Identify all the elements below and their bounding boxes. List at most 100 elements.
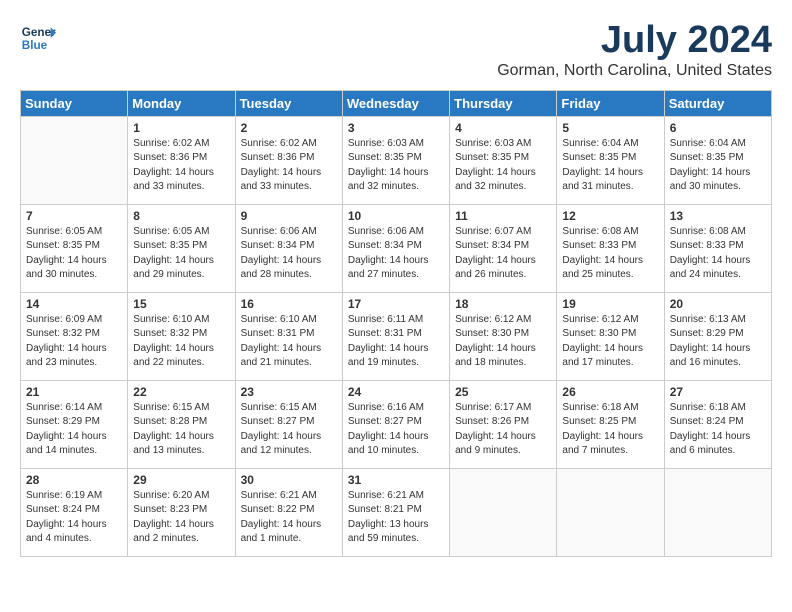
day-number: 19 <box>562 297 658 311</box>
day-info: Sunrise: 6:13 AM Sunset: 8:29 PM Dayligh… <box>670 313 766 371</box>
calendar-cell: 4 Sunrise: 6:03 AM Sunset: 8:35 PM Daylig… <box>450 116 557 204</box>
calendar-cell: 19 Sunrise: 6:12 AM Sunset: 8:30 PM Dayli… <box>557 292 664 380</box>
day-info: Sunrise: 6:12 AM Sunset: 8:30 PM Dayligh… <box>455 313 551 371</box>
month-title: July 2024 <box>497 20 772 62</box>
day-info: Sunrise: 6:16 AM Sunset: 8:27 PM Dayligh… <box>348 401 444 459</box>
day-number: 9 <box>241 209 337 223</box>
calendar-cell: 2 Sunrise: 6:02 AM Sunset: 8:36 PM Daylig… <box>235 116 342 204</box>
calendar-cell: 7 Sunrise: 6:05 AM Sunset: 8:35 PM Daylig… <box>21 204 128 292</box>
day-number: 13 <box>670 209 766 223</box>
calendar-cell: 12 Sunrise: 6:08 AM Sunset: 8:33 PM Dayli… <box>557 204 664 292</box>
day-info: Sunrise: 6:04 AM Sunset: 8:35 PM Dayligh… <box>670 137 766 195</box>
day-info: Sunrise: 6:05 AM Sunset: 8:35 PM Dayligh… <box>133 225 229 283</box>
calendar-cell: 9 Sunrise: 6:06 AM Sunset: 8:34 PM Daylig… <box>235 204 342 292</box>
col-header-thursday: Thursday <box>450 90 557 116</box>
calendar-week-row: 21Sunrise: 6:14 AM Sunset: 8:29 PM Dayli… <box>21 380 772 468</box>
calendar-cell: 28 Sunrise: 6:19 AM Sunset: 8:24 PM Dayli… <box>21 468 128 556</box>
calendar-cell <box>21 116 128 204</box>
col-header-tuesday: Tuesday <box>235 90 342 116</box>
day-number: 30 <box>241 473 337 487</box>
calendar-cell: 16 Sunrise: 6:10 AM Sunset: 8:31 PM Dayli… <box>235 292 342 380</box>
day-number: 17 <box>348 297 444 311</box>
calendar-week-row: 1 Sunrise: 6:02 AM Sunset: 8:36 PM Daylig… <box>21 116 772 204</box>
day-info: Sunrise: 6:09 AM Sunset: 8:32 PM Dayligh… <box>26 313 122 371</box>
day-number: 12 <box>562 209 658 223</box>
day-info: Sunrise: 6:02 AM Sunset: 8:36 PM Dayligh… <box>133 137 229 195</box>
day-number: 2 <box>241 121 337 135</box>
day-info: Sunrise: 6:07 AM Sunset: 8:34 PM Dayligh… <box>455 225 551 283</box>
day-info: Sunrise: 6:21 AM Sunset: 8:21 PM Dayligh… <box>348 489 444 547</box>
location-title: Gorman, North Carolina, United States <box>497 62 772 80</box>
day-info: Sunrise: 6:14 AM Sunset: 8:29 PM Dayligh… <box>26 401 122 459</box>
svg-text:Blue: Blue <box>22 39 48 52</box>
day-info: Sunrise: 6:08 AM Sunset: 8:33 PM Dayligh… <box>670 225 766 283</box>
calendar-cell: 15Sunrise: 6:10 AM Sunset: 8:32 PM Dayli… <box>128 292 235 380</box>
day-info: Sunrise: 6:15 AM Sunset: 8:28 PM Dayligh… <box>133 401 229 459</box>
calendar-cell: 18Sunrise: 6:12 AM Sunset: 8:30 PM Dayli… <box>450 292 557 380</box>
day-info: Sunrise: 6:19 AM Sunset: 8:24 PM Dayligh… <box>26 489 122 547</box>
calendar-cell: 27Sunrise: 6:18 AM Sunset: 8:24 PM Dayli… <box>664 380 771 468</box>
calendar-cell <box>450 468 557 556</box>
calendar-cell: 14 Sunrise: 6:09 AM Sunset: 8:32 PM Dayli… <box>21 292 128 380</box>
day-info: Sunrise: 6:20 AM Sunset: 8:23 PM Dayligh… <box>133 489 229 547</box>
calendar-table: SundayMondayTuesdayWednesdayThursdayFrid… <box>20 90 772 557</box>
logo: General Blue <box>20 20 56 56</box>
day-info: Sunrise: 6:06 AM Sunset: 8:34 PM Dayligh… <box>348 225 444 283</box>
day-number: 15 <box>133 297 229 311</box>
calendar-cell: 6 Sunrise: 6:04 AM Sunset: 8:35 PM Daylig… <box>664 116 771 204</box>
day-number: 31 <box>348 473 444 487</box>
calendar-header-row: SundayMondayTuesdayWednesdayThursdayFrid… <box>21 90 772 116</box>
calendar-cell: 11Sunrise: 6:07 AM Sunset: 8:34 PM Dayli… <box>450 204 557 292</box>
calendar-week-row: 7 Sunrise: 6:05 AM Sunset: 8:35 PM Daylig… <box>21 204 772 292</box>
day-info: Sunrise: 6:08 AM Sunset: 8:33 PM Dayligh… <box>562 225 658 283</box>
col-header-wednesday: Wednesday <box>342 90 449 116</box>
calendar-cell: 29Sunrise: 6:20 AM Sunset: 8:23 PM Dayli… <box>128 468 235 556</box>
calendar-cell: 5Sunrise: 6:04 AM Sunset: 8:35 PM Daylig… <box>557 116 664 204</box>
day-info: Sunrise: 6:15 AM Sunset: 8:27 PM Dayligh… <box>241 401 337 459</box>
calendar-cell: 25Sunrise: 6:17 AM Sunset: 8:26 PM Dayli… <box>450 380 557 468</box>
day-number: 7 <box>26 209 122 223</box>
day-info: Sunrise: 6:02 AM Sunset: 8:36 PM Dayligh… <box>241 137 337 195</box>
calendar-week-row: 28 Sunrise: 6:19 AM Sunset: 8:24 PM Dayli… <box>21 468 772 556</box>
day-number: 5 <box>562 121 658 135</box>
day-info: Sunrise: 6:21 AM Sunset: 8:22 PM Dayligh… <box>241 489 337 547</box>
day-info: Sunrise: 6:05 AM Sunset: 8:35 PM Dayligh… <box>26 225 122 283</box>
title-block: July 2024 Gorman, North Carolina, United… <box>497 20 772 80</box>
page-header: General Blue July 2024 Gorman, North Car… <box>20 20 772 80</box>
day-info: Sunrise: 6:03 AM Sunset: 8:35 PM Dayligh… <box>455 137 551 195</box>
calendar-cell: 23Sunrise: 6:15 AM Sunset: 8:27 PM Dayli… <box>235 380 342 468</box>
calendar-cell: 8 Sunrise: 6:05 AM Sunset: 8:35 PM Daylig… <box>128 204 235 292</box>
day-number: 14 <box>26 297 122 311</box>
day-info: Sunrise: 6:10 AM Sunset: 8:31 PM Dayligh… <box>241 313 337 371</box>
day-number: 22 <box>133 385 229 399</box>
day-number: 16 <box>241 297 337 311</box>
day-info: Sunrise: 6:18 AM Sunset: 8:24 PM Dayligh… <box>670 401 766 459</box>
calendar-cell: 17 Sunrise: 6:11 AM Sunset: 8:31 PM Dayli… <box>342 292 449 380</box>
day-number: 6 <box>670 121 766 135</box>
day-info: Sunrise: 6:18 AM Sunset: 8:25 PM Dayligh… <box>562 401 658 459</box>
calendar-cell: 31 Sunrise: 6:21 AM Sunset: 8:21 PM Dayli… <box>342 468 449 556</box>
calendar-cell <box>557 468 664 556</box>
calendar-cell: 26 Sunrise: 6:18 AM Sunset: 8:25 PM Dayli… <box>557 380 664 468</box>
calendar-cell: 1 Sunrise: 6:02 AM Sunset: 8:36 PM Daylig… <box>128 116 235 204</box>
logo-icon: General Blue <box>20 20 56 56</box>
day-number: 1 <box>133 121 229 135</box>
day-number: 26 <box>562 385 658 399</box>
calendar-cell: 3 Sunrise: 6:03 AM Sunset: 8:35 PM Daylig… <box>342 116 449 204</box>
day-info: Sunrise: 6:12 AM Sunset: 8:30 PM Dayligh… <box>562 313 658 371</box>
day-info: Sunrise: 6:17 AM Sunset: 8:26 PM Dayligh… <box>455 401 551 459</box>
day-number: 20 <box>670 297 766 311</box>
day-number: 3 <box>348 121 444 135</box>
calendar-cell: 24 Sunrise: 6:16 AM Sunset: 8:27 PM Dayli… <box>342 380 449 468</box>
day-number: 4 <box>455 121 551 135</box>
col-header-monday: Monday <box>128 90 235 116</box>
calendar-cell: 20 Sunrise: 6:13 AM Sunset: 8:29 PM Dayli… <box>664 292 771 380</box>
day-info: Sunrise: 6:11 AM Sunset: 8:31 PM Dayligh… <box>348 313 444 371</box>
day-number: 8 <box>133 209 229 223</box>
day-number: 24 <box>348 385 444 399</box>
day-info: Sunrise: 6:06 AM Sunset: 8:34 PM Dayligh… <box>241 225 337 283</box>
day-number: 10 <box>348 209 444 223</box>
day-info: Sunrise: 6:03 AM Sunset: 8:35 PM Dayligh… <box>348 137 444 195</box>
day-number: 28 <box>26 473 122 487</box>
calendar-cell: 30 Sunrise: 6:21 AM Sunset: 8:22 PM Dayli… <box>235 468 342 556</box>
